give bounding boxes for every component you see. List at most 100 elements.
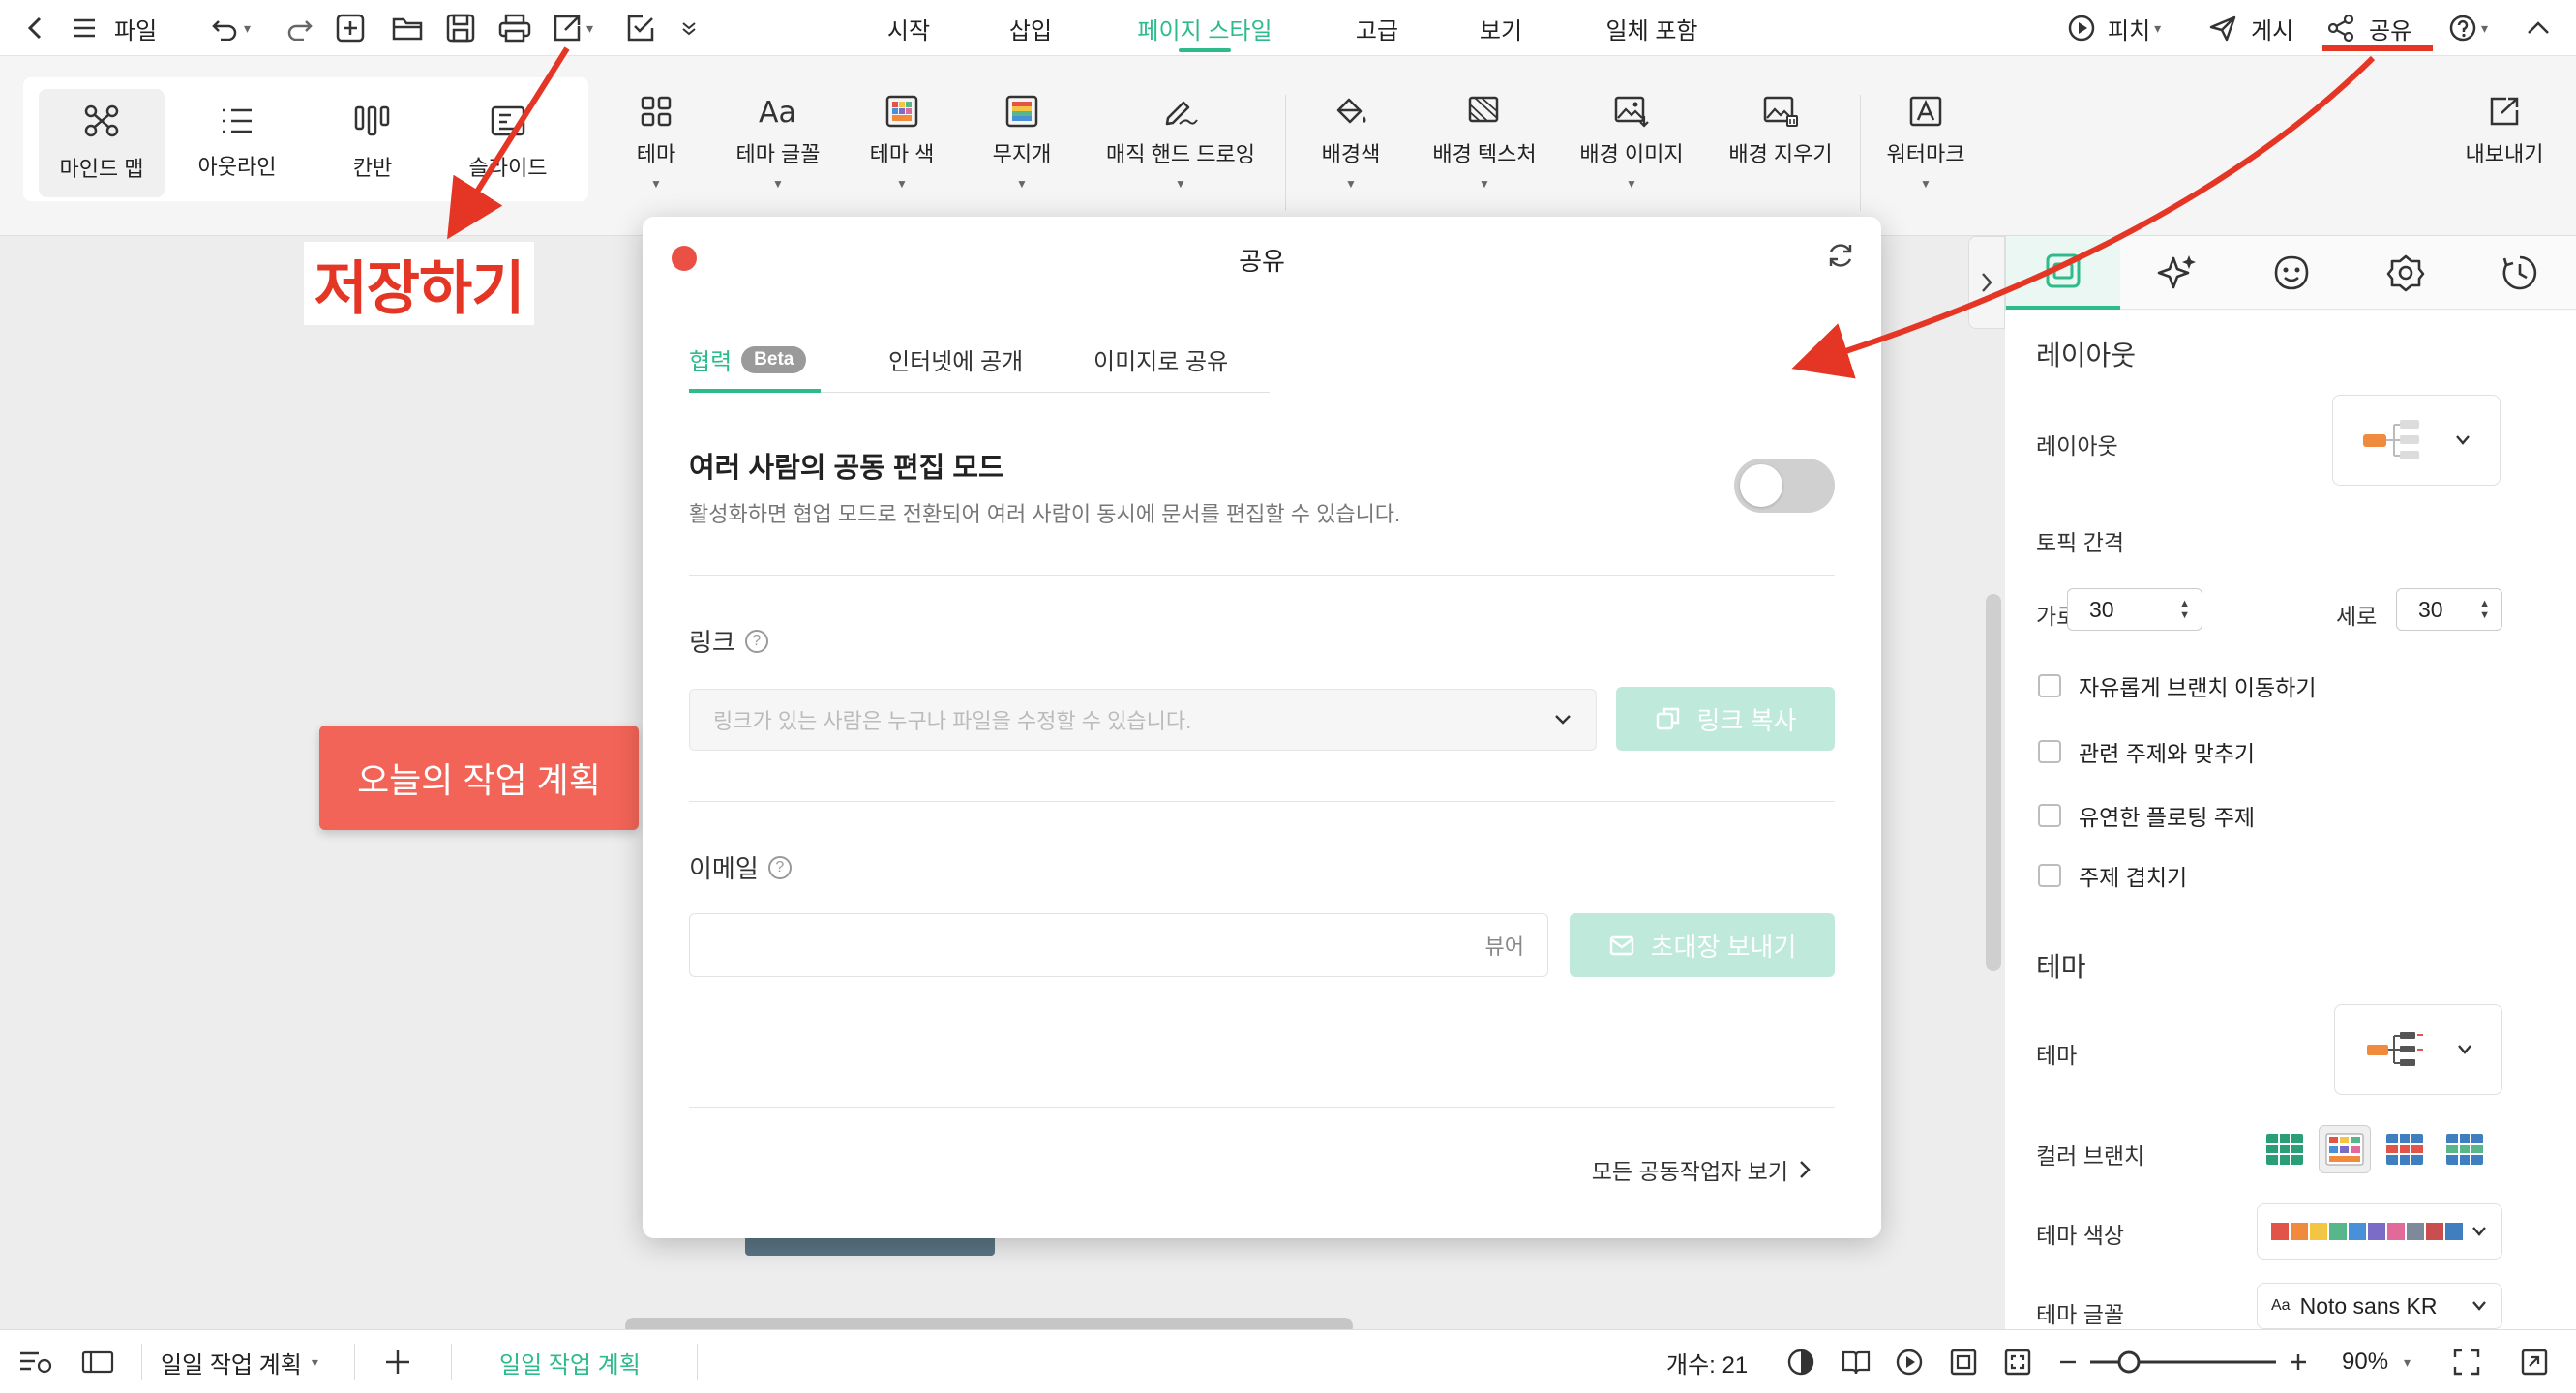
- flexible-floating-topic-checkbox[interactable]: 유연한 플로팅 주제: [2038, 799, 2255, 832]
- background-color-button[interactable]: 배경색 ▼: [1283, 95, 1419, 190]
- layout-select[interactable]: [2332, 395, 2501, 486]
- fullscreen-icon[interactable]: [2452, 1330, 2481, 1393]
- add-page-button[interactable]: [383, 1330, 412, 1393]
- focus-mode-icon[interactable]: [1786, 1330, 1815, 1393]
- view-all-collaborators-link[interactable]: 모든 공동작업자 보기: [1592, 1153, 1812, 1186]
- export-button[interactable]: 내보내기: [2437, 95, 2572, 168]
- refresh-icon[interactable]: [1825, 240, 1856, 271]
- tab-insert[interactable]: 삽입: [987, 0, 1074, 56]
- stepper-arrows-icon[interactable]: ▲ ▼: [2479, 598, 2490, 621]
- checkbox-box[interactable]: [2038, 740, 2061, 763]
- tab-page-style[interactable]: 페이지 스타일: [1113, 0, 1297, 56]
- central-topic[interactable]: 오늘의 작업 계획: [319, 726, 639, 830]
- horizontal-spacing-stepper[interactable]: 30 ▲ ▼: [2067, 588, 2202, 631]
- background-image-button[interactable]: 배경 이미지 ▼: [1564, 95, 1699, 190]
- outline-view-button[interactable]: 아웃라인: [174, 89, 300, 197]
- main-menu-button[interactable]: 파일: [72, 0, 157, 56]
- stepper-arrows-icon[interactable]: ▲ ▼: [2179, 598, 2190, 621]
- zoom-level-select[interactable]: 90% ▾: [2342, 1330, 2411, 1393]
- tab-start[interactable]: 시작: [865, 0, 952, 56]
- free-branch-move-checkbox[interactable]: 자유롭게 브랜치 이동하기: [2038, 669, 2317, 702]
- collapse-panel-icon[interactable]: [2520, 1330, 2549, 1393]
- clear-background-button[interactable]: 배경 지우기: [1713, 95, 1848, 168]
- theme-button[interactable]: 테마 ▼: [588, 95, 724, 190]
- rainbow-button[interactable]: 무지개 ▼: [954, 95, 1090, 190]
- magic-hand-drawing-button[interactable]: 매직 핸드 드로잉 ▼: [1106, 95, 1255, 190]
- zoom-out-icon[interactable]: [2057, 1330, 2079, 1393]
- slide-view-button[interactable]: 슬라이드: [445, 89, 571, 197]
- watermark-button[interactable]: 워터마크 ▼: [1858, 95, 1993, 190]
- color-branch-option[interactable]: [2319, 1125, 2371, 1173]
- tab-view[interactable]: 보기: [1457, 0, 1544, 56]
- tab-share-as-image[interactable]: 이미지로 공유: [1093, 342, 1228, 376]
- tab-collaboration[interactable]: 협력 Beta: [689, 342, 807, 376]
- color-branch-option[interactable]: [2439, 1125, 2491, 1173]
- save-button[interactable]: [445, 0, 476, 56]
- vertical-spacing-label: 세로: [2336, 604, 2378, 629]
- book-view-icon[interactable]: [1841, 1330, 1872, 1393]
- background-texture-button[interactable]: 배경 텍스처 ▼: [1417, 95, 1552, 190]
- email-input[interactable]: 뷰어: [689, 913, 1548, 977]
- theme-select[interactable]: [2334, 1004, 2502, 1095]
- align-related-topics-checkbox[interactable]: 관련 주제와 맞추기: [2038, 735, 2255, 768]
- open-folder-button[interactable]: [391, 0, 424, 56]
- page-tab-active[interactable]: 일일 작업 계획: [499, 1330, 641, 1393]
- tab-history[interactable]: [2463, 236, 2576, 310]
- tab-publish-online[interactable]: 인터넷에 공개: [888, 342, 1023, 376]
- background-texture-caret-icon: ▼: [1479, 177, 1490, 191]
- tab-ai[interactable]: 일체 포함: [1589, 0, 1715, 56]
- fit-screen-icon[interactable]: [2003, 1330, 2032, 1393]
- doc-tab[interactable]: 일일 작업 계획 ▾: [161, 1330, 318, 1393]
- panel-collapse-button[interactable]: [1968, 236, 2005, 329]
- overlap-topics-checkbox[interactable]: 주제 겹치기: [2038, 859, 2187, 892]
- email-role-select[interactable]: 뷰어: [1485, 930, 1524, 961]
- export-file-icon: [554, 15, 581, 42]
- tab-ai-style[interactable]: [2120, 236, 2234, 310]
- copy-link-button[interactable]: 링크 복사: [1616, 687, 1835, 751]
- link-permission-select[interactable]: 링크가 있는 사람은 누구나 파일을 수정할 수 있습니다.: [689, 689, 1597, 751]
- outline-panel-button[interactable]: [17, 1330, 54, 1393]
- color-branch-option[interactable]: [2379, 1125, 2431, 1173]
- zoom-slider[interactable]: [2088, 1330, 2278, 1393]
- vertical-spacing-stepper[interactable]: 30 ▲ ▼: [2396, 588, 2502, 631]
- new-file-button[interactable]: [335, 0, 366, 56]
- collab-mode-toggle[interactable]: [1734, 459, 1835, 513]
- checkbox-box[interactable]: [2038, 674, 2061, 697]
- help-button[interactable]: ▾: [2448, 0, 2488, 56]
- back-icon[interactable]: [25, 0, 45, 56]
- send-invite-button[interactable]: 초대장 보내기: [1570, 913, 1835, 977]
- sidebar-toggle-button[interactable]: [81, 1330, 114, 1393]
- tab-settings[interactable]: [2349, 236, 2463, 310]
- doc-tab-caret-icon[interactable]: ▾: [312, 1354, 318, 1371]
- folder-icon: [392, 17, 423, 41]
- print-button[interactable]: [497, 0, 532, 56]
- color-branch-option[interactable]: [2259, 1125, 2311, 1173]
- checkbox-box[interactable]: [2038, 864, 2061, 887]
- fit-to-page-icon[interactable]: [1949, 1330, 1978, 1393]
- theme-color-button[interactable]: 테마 색 ▼: [834, 95, 970, 190]
- checkbox-box[interactable]: [2038, 804, 2061, 827]
- email-help-icon[interactable]: ?: [767, 855, 792, 879]
- theme-font-button[interactable]: Aa 테마 글꼴 ▼: [710, 95, 846, 190]
- theme-color-select[interactable]: [2257, 1203, 2502, 1260]
- zoom-in-icon[interactable]: [2288, 1330, 2309, 1393]
- tab-advanced[interactable]: 고급: [1333, 0, 1421, 56]
- undo-caret-icon[interactable]: ▾: [244, 20, 251, 37]
- tab-stickers[interactable]: [2234, 236, 2349, 310]
- checklist-button[interactable]: [625, 0, 656, 56]
- presentation-play-icon[interactable]: [1895, 1330, 1924, 1393]
- link-help-icon[interactable]: ?: [744, 629, 768, 653]
- collapse-ribbon-icon[interactable]: [2526, 0, 2551, 56]
- pitch-button[interactable]: 피치 ▾: [2067, 0, 2161, 56]
- mind-map-view-button[interactable]: 마인드 맵: [39, 89, 165, 197]
- theme-font-select[interactable]: Aa Noto sans KR: [2257, 1283, 2502, 1329]
- publish-button[interactable]: 게시: [2208, 0, 2293, 56]
- kanban-view-button[interactable]: 칸반: [310, 89, 435, 197]
- export-caret-icon[interactable]: ▾: [586, 20, 593, 37]
- more-tools-icon[interactable]: [679, 0, 699, 56]
- redo-button[interactable]: [285, 0, 314, 56]
- undo-button[interactable]: ▾: [211, 0, 251, 56]
- tab-page-format[interactable]: [2006, 236, 2120, 310]
- export-file-button[interactable]: ▾: [552, 0, 593, 56]
- vertical-scrollbar[interactable]: [1986, 594, 2001, 971]
